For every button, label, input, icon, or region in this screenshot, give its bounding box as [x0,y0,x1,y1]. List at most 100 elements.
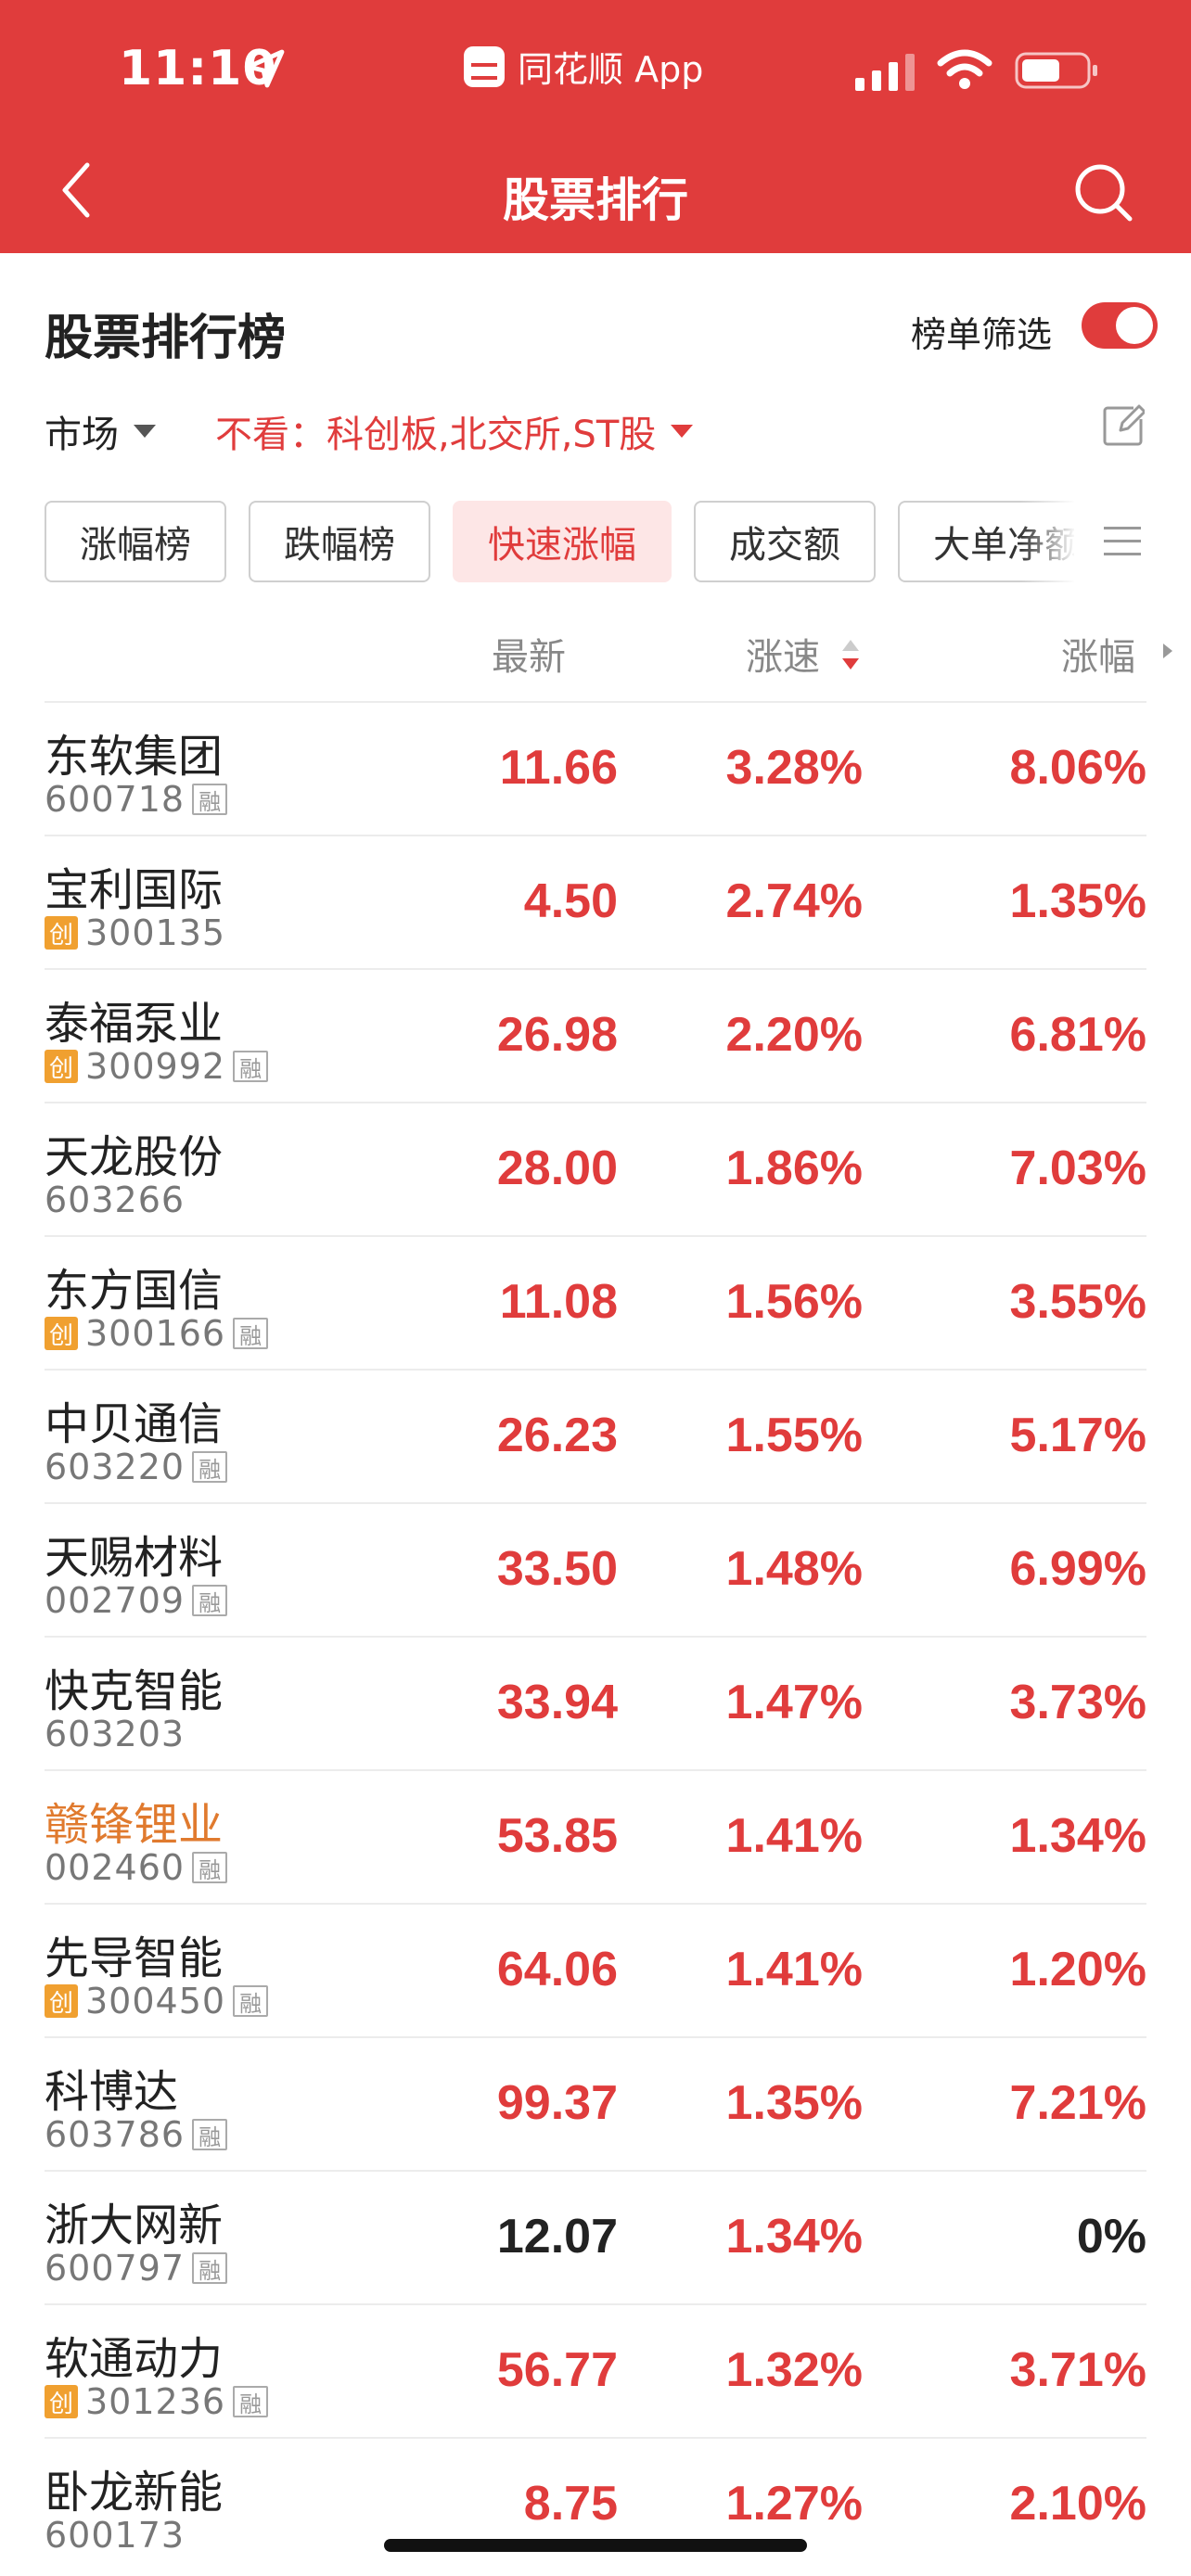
change-percent: 3.55% [1009,1275,1146,1329]
top-bar: 11:10 同花顺 App 股票排行 [0,0,1191,253]
change-percent: 8.06% [1009,741,1146,795]
stock-name: 快克智能 [45,1665,224,1717]
tab-3[interactable]: 成交额 [694,501,876,582]
rong-badge: 融 [192,1451,228,1483]
column-latest[interactable]: 最新 [492,627,566,681]
chuang-badge: 创 [45,1317,78,1350]
stock-sub-info: 600718 融 [45,779,228,820]
search-icon[interactable] [1070,159,1135,224]
stock-sub-info: 603220 融 [45,1447,228,1487]
stock-code: 600173 [45,2515,186,2556]
stock-row[interactable]: 浙大网新 600797 融 12.07 1.34% 0% [45,2170,1146,2303]
rong-badge: 融 [233,1051,269,1082]
change-percent: 6.99% [1009,1542,1146,1596]
rong-badge: 融 [192,1852,228,1883]
rise-speed: 1.47% [725,1676,863,1729]
rise-speed: 1.27% [725,2477,863,2531]
latest-price: 11.08 [499,1275,618,1329]
stock-row[interactable]: 先导智能创 300450 融 64.06 1.41% 1.20% [45,1903,1146,2036]
stock-code: 603266 [45,1180,186,1220]
stock-row[interactable]: 东方国信创 300166 融 11.08 1.56% 3.55% [45,1235,1146,1369]
stock-row[interactable]: 东软集团 600718 融 11.66 3.28% 8.06% [45,701,1146,835]
stock-sub-info: 600173 [45,2515,185,2556]
change-percent: 2.10% [1009,2477,1146,2531]
stock-row[interactable]: 天龙股份 603266 28.00 1.86% 7.03% [45,1102,1146,1235]
market-label: 市场 [45,414,119,456]
tab-0[interactable]: 涨幅榜 [45,501,226,582]
latest-price: 4.50 [523,874,618,928]
home-indicator[interactable] [384,2539,807,2552]
change-percent: 6.81% [1009,1008,1146,1062]
stock-sub-info: 002709 融 [45,1580,228,1621]
stock-sub-info: 创 300450 融 [45,1981,269,2021]
rise-speed: 1.48% [725,1542,863,1596]
filter-toggle[interactable] [1082,302,1158,349]
status-app-indicator[interactable]: 同花顺 App [464,41,703,92]
change-percent: 1.35% [1009,874,1146,928]
stock-name: 宝利国际 [45,864,224,916]
stock-sub-info: 创 300135 [45,912,225,953]
rong-badge: 融 [192,2252,228,2284]
rise-speed: 1.32% [725,2343,863,2397]
rise-speed: 3.28% [725,741,863,795]
filter-label: 榜单筛选 [911,314,1053,355]
stock-code: 603786 [45,2114,186,2155]
rise-speed: 1.55% [725,1409,863,1462]
market-dropdown[interactable]: 市场 [45,404,156,458]
stock-sub-info: 603203 [45,1714,185,1754]
change-percent: 1.20% [1009,1943,1146,1996]
tab-2[interactable]: 快速涨幅 [453,501,672,582]
stock-code: 600797 [45,2248,186,2289]
stock-code: 300166 [85,1313,226,1354]
column-change[interactable]: 涨幅 [1061,627,1135,681]
chuang-badge: 创 [45,916,78,950]
change-percent: 7.03% [1009,1141,1146,1195]
battery-icon [1015,52,1097,89]
chuang-badge: 创 [45,2385,78,2418]
stock-name: 先导智能 [45,1932,224,1984]
stock-row[interactable]: 中贝通信 603220 融 26.23 1.55% 5.17% [45,1369,1146,1502]
stock-row[interactable]: 赣锋锂业 002460 融 53.85 1.41% 1.34% [45,1769,1146,1903]
stock-sub-info: 603266 [45,1180,185,1220]
stock-name: 东软集团 [45,731,224,783]
latest-price: 53.85 [496,1809,618,1863]
exclude-filter-dropdown[interactable]: 不看：科创板,北交所,ST股 [215,404,694,458]
rong-badge: 融 [233,1318,269,1349]
change-percent: 3.73% [1009,1676,1146,1729]
stock-code: 002460 [45,1847,186,1888]
latest-price: 64.06 [496,1943,618,1996]
latest-price: 12.07 [496,2210,618,2264]
stock-row[interactable]: 软通动力创 301236 融 56.77 1.32% 3.71% [45,2303,1146,2437]
stock-name: 天龙股份 [45,1131,224,1183]
stock-sub-info: 002460 融 [45,1847,228,1888]
rong-badge: 融 [192,1585,228,1616]
rise-speed: 1.41% [725,1943,863,1996]
menu-icon[interactable] [1104,525,1141,558]
stock-row[interactable]: 天赐材料 002709 融 33.50 1.48% 6.99% [45,1502,1146,1636]
page-title: 股票排行 [503,173,688,227]
latest-price: 33.50 [496,1542,618,1596]
latest-price: 26.23 [496,1409,618,1462]
tab-1[interactable]: 跌幅榜 [249,501,430,582]
stock-row[interactable]: 科博达 603786 融 99.37 1.35% 7.21% [45,2036,1146,2170]
latest-price: 28.00 [496,1141,618,1195]
stock-code: 600718 [45,779,186,820]
stock-code: 603220 [45,1447,186,1487]
stock-row[interactable]: 宝利国际创 300135 4.50 2.74% 1.35% [45,835,1146,968]
stock-code: 002709 [45,1580,186,1621]
stock-row[interactable]: 快克智能 603203 33.94 1.47% 3.73% [45,1636,1146,1769]
stock-row[interactable]: 泰福泵业创 300992 融 26.98 2.20% 6.81% [45,968,1146,1102]
latest-price: 56.77 [496,2343,618,2397]
scroll-right-icon[interactable] [1163,644,1172,658]
edit-icon[interactable] [1102,404,1145,447]
stock-name: 赣锋锂业 [45,1799,224,1851]
rong-badge: 融 [192,784,228,815]
caret-down-icon [671,425,694,438]
exclude-text: 不看：科创板,北交所,ST股 [215,414,657,456]
app-logo-icon [464,45,505,87]
latest-price: 11.66 [499,741,618,795]
stock-code: 300135 [85,912,226,953]
sort-icon [842,640,859,670]
change-percent: 0% [1076,2210,1146,2264]
column-speed[interactable]: 涨速 [746,627,820,681]
